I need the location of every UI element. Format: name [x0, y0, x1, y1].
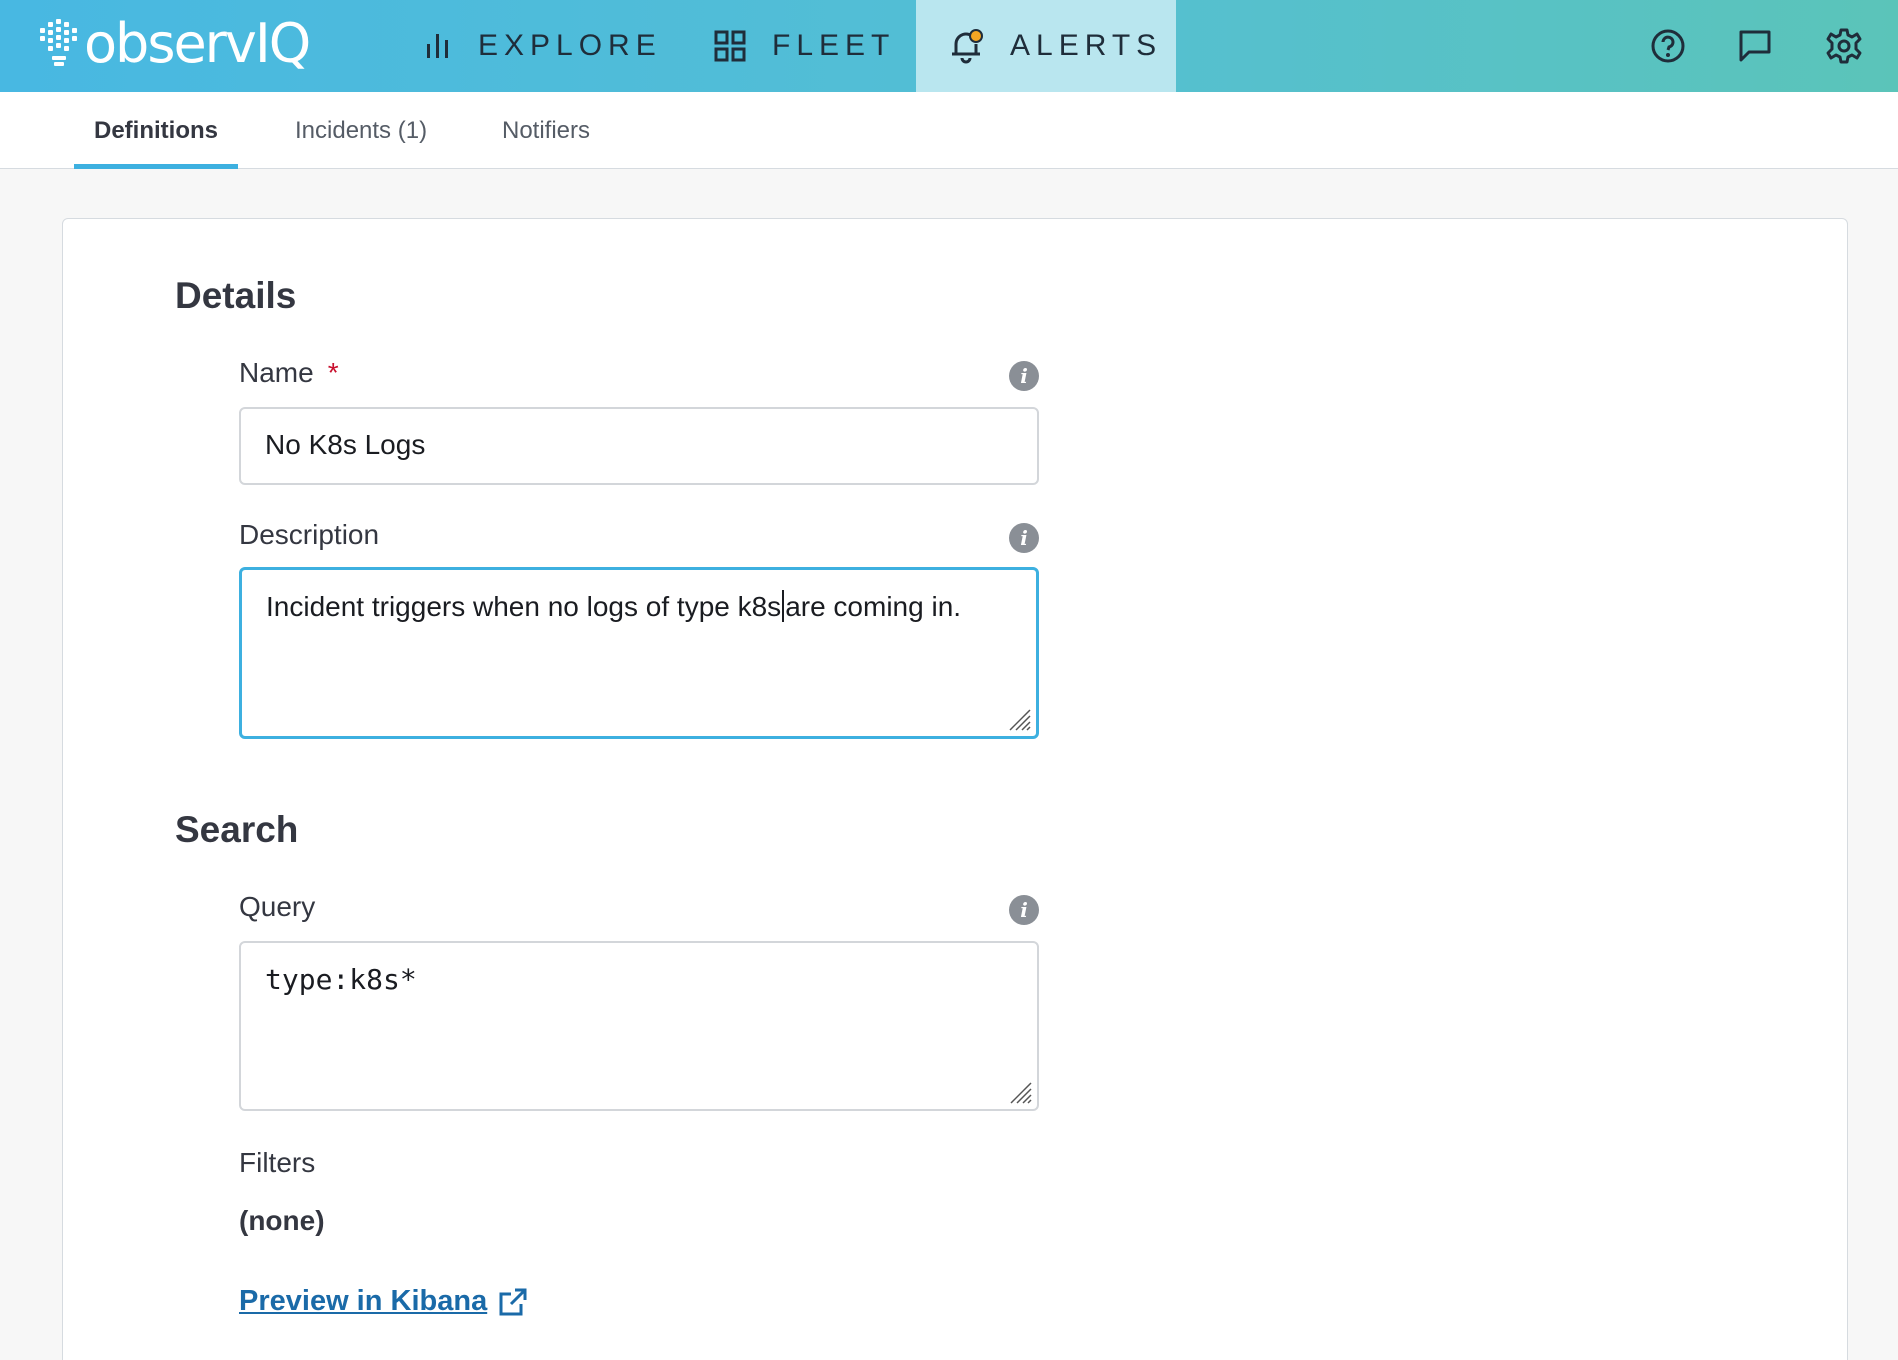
external-link-icon [499, 1288, 527, 1315]
name-label-text: Name [239, 357, 314, 388]
search-heading: Search [175, 809, 299, 850]
tab-definitions-label: Definitions [94, 116, 218, 144]
description-textarea[interactable]: Incident triggers when no logs of type k… [239, 567, 1039, 739]
alert-definition-card: Details Name * i No K8s Logs Description … [62, 218, 1848, 1360]
tab-notifiers[interactable]: Notifiers [502, 92, 590, 169]
help-icon[interactable] [1644, 22, 1692, 70]
bell-icon [950, 28, 984, 64]
preview-in-kibana-link[interactable]: Preview in Kibana [239, 1285, 529, 1318]
text-caret [782, 590, 785, 622]
bar-chart-icon [424, 32, 452, 60]
logo-text: observIQ [84, 12, 311, 75]
description-textarea-value: Incident triggers when no logs of type k… [266, 590, 961, 623]
active-tab-indicator [74, 164, 238, 169]
preview-link-label: Preview in Kibana [239, 1285, 488, 1317]
name-label: Name * [239, 357, 339, 389]
resize-handle-icon[interactable] [1009, 1081, 1033, 1105]
nav-explore-label: EXPLORE [478, 29, 662, 62]
grid-icon [714, 30, 746, 62]
description-info-icon[interactable]: i [1009, 523, 1039, 553]
query-textarea[interactable]: type:k8s* [239, 941, 1039, 1111]
tab-incidents-label: Incidents (1) [295, 116, 428, 144]
tab-definitions[interactable]: Definitions [74, 92, 238, 169]
tab-notifiers-label: Notifiers [502, 116, 591, 144]
logo-dots-icon [38, 16, 84, 72]
description-label: Description [239, 519, 380, 550]
nav-fleet-label: FLEET [772, 29, 896, 62]
feedback-icon[interactable] [1731, 22, 1779, 70]
description-text-before-caret: Incident triggers when no logs of type k… [266, 591, 782, 622]
name-input[interactable]: No K8s Logs [239, 407, 1039, 485]
resize-handle-icon[interactable] [1008, 708, 1032, 732]
nav-alerts[interactable]: ALERTS [916, 0, 1176, 92]
description-text-after-caret: are coming in. [785, 591, 962, 622]
top-navigation-bar: observIQ EXPLORE FLEET ALERTS [0, 0, 1898, 92]
nav-fleet[interactable]: FLEET [714, 0, 895, 92]
settings-icon[interactable] [1820, 22, 1868, 70]
name-info-icon[interactable]: i [1009, 361, 1039, 391]
nav-explore[interactable]: EXPLORE [424, 0, 662, 92]
details-heading: Details [175, 275, 297, 316]
observiq-logo[interactable]: observIQ [38, 12, 311, 76]
required-marker: * [327, 357, 339, 388]
query-label: Query [239, 891, 316, 922]
filters-value: (none) [239, 1205, 325, 1236]
query-textarea-value: type:k8s* [265, 963, 417, 996]
filters-label: Filters [239, 1147, 316, 1178]
query-info-icon[interactable]: i [1009, 895, 1039, 925]
sub-tabs: Definitions Incidents (1) Notifiers [0, 92, 1898, 169]
tab-incidents[interactable]: Incidents (1) [295, 92, 427, 169]
name-input-value: No K8s Logs [265, 429, 426, 460]
nav-alerts-label: ALERTS [1010, 29, 1163, 62]
